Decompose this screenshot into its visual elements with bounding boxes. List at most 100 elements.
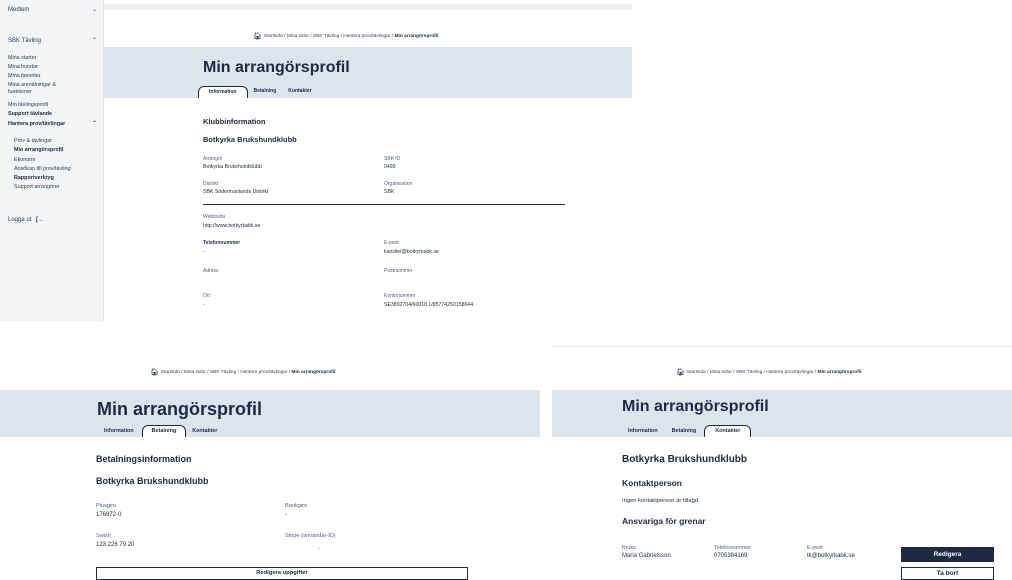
email-value[interactable]: kansliet@botkyrkabk.se (384, 249, 439, 255)
arrangor-value: Botkyrka Brukshundklubb (203, 164, 262, 170)
person-phone: 0705384169 (714, 553, 748, 559)
account-label: Kontonummer (384, 293, 416, 299)
divider (203, 204, 565, 205)
sidebar-item-label: Medlem (8, 7, 30, 13)
plusgiro-label: Plusgiro (96, 503, 117, 509)
tab-kontakter[interactable]: Kontakter (282, 86, 317, 98)
sidebar-item-mina-anmalningar[interactable]: Mina anmälningar & funktioner (8, 82, 78, 96)
city-label: Ort (203, 293, 210, 299)
sidebar-item-min-tavlingsprofil[interactable]: Min tävlingsprofil (8, 102, 99, 109)
person-email[interactable]: tk@botkyrkabk.se (807, 553, 855, 559)
sidebar-item-hantera-prov[interactable]: Hantera prov/tävlingar ⌃ (8, 121, 97, 129)
house-icon[interactable]: 🏠︎ (150, 369, 159, 376)
col-branch-label: Bruks (622, 545, 636, 551)
stripe-label: Stripe (användar-ID) (285, 533, 336, 539)
logout-label: Logga ut (8, 217, 32, 223)
club-name: Botkyrka Brukshundklubb (203, 135, 297, 144)
sidebar-item-ansokan[interactable]: Ansökan till prov/tävling (14, 166, 99, 173)
col-email-label: E-post (807, 545, 823, 551)
sidebar-item-support-tavlande[interactable]: Support tävlande (8, 111, 99, 118)
breadcrumb-current: Min arrangörsprofil (394, 34, 439, 39)
responsible-title: Ansvariga för grenar (622, 516, 706, 526)
edit-contact-button[interactable]: Redigera (901, 547, 994, 562)
bankgiro-label: Bankgiro (285, 503, 308, 509)
org-value: SBK (384, 189, 395, 195)
sidebar-item-sbk-tavling[interactable]: SBK Tävling ⌃ (8, 38, 97, 46)
city-value: - (203, 302, 205, 308)
payment-panel: 🏠︎ Startsida / Mina sidor / SBK Tävling /… (0, 340, 540, 580)
logout-link[interactable]: Logga ut [→ (8, 217, 99, 225)
sidebar-item-min-arrangorsprofil[interactable]: Min arrangörsprofil (14, 147, 99, 154)
information-panel: Medlem ⌄ SBK Tävling ⌃ Mina starter Mina… (0, 0, 632, 322)
chevron-up-icon: ⌃ (91, 38, 97, 44)
tab-bar: Information Betalning Kontakter (622, 425, 752, 437)
col-phone-label: Telefonnummer (714, 545, 752, 551)
address-label: Adress (203, 268, 219, 274)
section-title: Betalningsinformation (96, 454, 192, 464)
breadcrumb-current: Min arrangörsprofil (817, 370, 862, 375)
logout-arrow-icon: [→ (36, 217, 45, 223)
sidebar-item-label: SBK Tävling (8, 38, 41, 44)
tab-kontakter[interactable]: Kontakter (186, 425, 223, 437)
sidebar: Medlem ⌄ SBK Tävling ⌃ Mina starter Mina… (0, 0, 104, 322)
tab-betalning[interactable]: Betalning (664, 425, 705, 437)
top-strip (104, 4, 632, 10)
tab-betalning[interactable]: Betalning (141, 425, 187, 437)
tab-betalning[interactable]: Betalning (248, 86, 283, 98)
phone-label: Telefonnummer (203, 240, 241, 246)
title-band (552, 390, 1012, 437)
postal-label: Postnummer (384, 268, 413, 274)
house-icon[interactable]: 🏠︎ (676, 369, 685, 376)
breadcrumb: 🏠︎ Startsida / Mina sidor / SBK Tävling /… (676, 368, 861, 376)
club-name: Botkyrka Brukshundklubb (622, 454, 748, 465)
distrikt-label: Distrikt (203, 181, 219, 187)
sidebar-item-medlem[interactable]: Medlem ⌄ (8, 7, 97, 15)
sidebar-item-mina-hundar[interactable]: Mina hundar (8, 64, 99, 71)
stripe-value: - (318, 546, 320, 552)
breadcrumb-current: Min arrangörsprofil (291, 370, 336, 375)
sidebar-item-rapportverktyg[interactable]: Rapportverktyg (14, 175, 99, 182)
edit-payment-button[interactable]: Redigera uppgifter (96, 567, 468, 580)
breadcrumb-path[interactable]: Startsida / Mina sidor / SBK Tävling / H… (687, 370, 818, 375)
sidebar-item-label: Hantera prov/tävlingar (8, 121, 66, 128)
page-title: Min arrangörsprofil (97, 399, 263, 419)
contact-empty-text: Ingen kontaktperson är tillagd. (622, 498, 700, 504)
breadcrumb-path[interactable]: Startsida / Mina sidor / SBK Tävling / H… (161, 370, 292, 375)
breadcrumb: 🏠︎ Startsida / Mina sidor / SBK Tävling /… (150, 368, 335, 376)
contact-title: Kontaktperson (622, 478, 682, 488)
sbkid-value: 0499 (384, 164, 396, 170)
tab-bar: Information Betalning Kontakter (96, 425, 223, 437)
email-label: E-post (384, 240, 399, 246)
distrikt-value: SBK Södermanlands Distrikt (203, 189, 269, 195)
sidebar-item-prov-tavlingar[interactable]: Prov & tävlingar (14, 138, 99, 145)
tab-bar: Information Betalning Kontakter (198, 86, 318, 98)
page-title: Min arrangörsprofil (203, 59, 350, 76)
remove-contact-button[interactable]: Ta bort (901, 567, 994, 580)
breadcrumb-path[interactable]: Startsida / Mina sidor / SBK Tävling / H… (264, 34, 395, 39)
title-band (0, 390, 540, 437)
swish-label: Swish (96, 533, 111, 539)
house-icon[interactable]: 🏠︎ (253, 33, 262, 40)
sidebar-item-mina-favoriter[interactable]: Mina favoriter (8, 73, 99, 80)
account-value: SE3892704/60018 1/85774250158644 (384, 302, 474, 308)
chevron-up-icon: ⌃ (91, 121, 97, 127)
tab-kontakter[interactable]: Kontakter (704, 425, 752, 437)
sidebar-item-support-arrangorer[interactable]: Support arrangörer (14, 184, 99, 191)
club-name: Botkyrka Brukshundklubb (96, 476, 209, 486)
top-divider (552, 346, 1012, 347)
tab-information[interactable]: Information (622, 425, 664, 437)
contacts-panel: 🏠︎ Startsida / Mina sidor / SBK Tävling /… (552, 340, 1012, 580)
sidebar-item-ekonomi[interactable]: Ekonomi (14, 157, 99, 164)
section-title: Klubbinformation (203, 117, 266, 126)
arrangor-label: Arrangör (203, 156, 223, 162)
tab-information[interactable]: Information (198, 86, 248, 98)
tab-information[interactable]: Information (96, 425, 142, 437)
plusgiro-value: 176872-0 (96, 512, 122, 518)
phone-value: - (203, 249, 205, 255)
person-name: Maria Gabrielsson (622, 553, 671, 559)
sidebar-item-mina-starter[interactable]: Mina starter (8, 55, 99, 62)
sbkid-label: SBK ID (384, 156, 401, 162)
swish-value: 123 226 79 20 (96, 542, 135, 548)
web-value[interactable]: http://www.botkyrkabk.se (203, 223, 260, 229)
chevron-down-icon: ⌄ (91, 7, 97, 13)
